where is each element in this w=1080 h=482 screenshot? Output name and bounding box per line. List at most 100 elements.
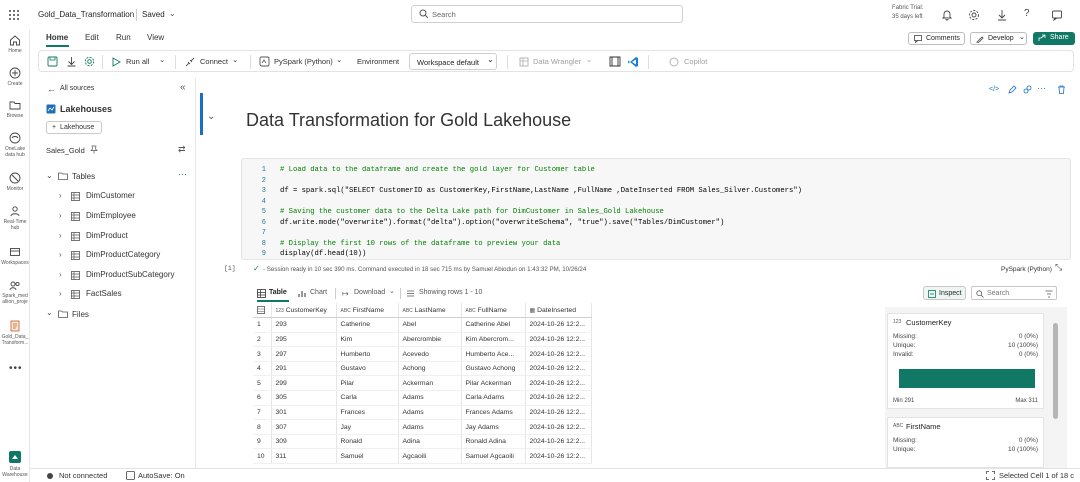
more-options-icon[interactable]: ··· <box>178 169 187 179</box>
code-cell[interactable]: 1 # Load data to the dataframe and create… <box>241 158 1071 260</box>
table-row[interactable]: 7 301 Frances Adams Frances Adams 2024-10-26 … <box>253 405 592 421</box>
back-arrow-icon[interactable]: ← <box>47 84 56 94</box>
pin-icon[interactable] <box>90 145 98 154</box>
cell-customerkey[interactable]: 301 <box>271 405 337 421</box>
row-selector-header[interactable] <box>253 303 272 319</box>
cell-lastname[interactable]: Agcaoili <box>398 448 462 465</box>
cell-lastname[interactable]: Acevedo <box>398 346 462 362</box>
nav-data-warehouse[interactable]: Data Warehouse <box>0 450 30 478</box>
app-launcher-icon[interactable] <box>8 9 20 21</box>
inspect-scrollbar[interactable] <box>1053 323 1058 419</box>
workspace-selector[interactable]: Workspace default ⌄ <box>409 53 497 70</box>
download-icon[interactable] <box>996 9 1008 21</box>
share-button[interactable]: Share <box>1033 32 1075 45</box>
cell-firstname[interactable]: Humberto <box>336 346 399 362</box>
cell-fullname[interactable]: Frances Adams <box>461 405 526 421</box>
table-item-factsales[interactable]: › FactSales <box>59 289 189 301</box>
edit-icon[interactable] <box>1008 85 1017 94</box>
share-feedback-icon[interactable] <box>1051 9 1063 21</box>
cell-customerkey[interactable]: 295 <box>271 332 337 348</box>
delete-icon[interactable] <box>1057 85 1066 94</box>
autosave-status[interactable]: AutoSave: On <box>138 471 185 480</box>
link-icon[interactable] <box>1023 85 1032 94</box>
expand-icon[interactable]: ⌄ <box>46 171 53 180</box>
cell-firstname[interactable]: Catherine <box>336 317 399 333</box>
document-title[interactable]: Gold_Data_Transformation <box>38 10 134 19</box>
tab-run[interactable]: Run <box>116 33 131 42</box>
column-header-customerkey[interactable]: 123 CustomerKey <box>271 303 337 319</box>
all-sources-link[interactable]: All sources <box>60 85 94 92</box>
chevron-down-icon[interactable]: ⌄ <box>336 55 342 64</box>
chevron-down-icon[interactable]: ⌄ <box>159 55 165 64</box>
cell-fullname[interactable]: Carla Adams <box>461 390 526 406</box>
cell-customerkey[interactable]: 291 <box>271 361 337 377</box>
nav-realtime[interactable]: Real-Time hub <box>0 205 30 231</box>
cell-fullname[interactable]: Kim Abercrom... <box>461 332 526 348</box>
nav-workspaces[interactable]: Workspaces <box>0 246 30 266</box>
table-row[interactable]: 6 305 Carla Adams Carla Adams 2024-10-26 12:2… <box>253 390 592 406</box>
cell-fullname[interactable]: Jay Adams <box>461 419 526 435</box>
lakehouse-name[interactable]: Sales_Gold <box>46 146 85 155</box>
files-folder[interactable]: Files <box>72 310 89 319</box>
nav-notebook[interactable]: Gold_Data_Transform... <box>0 320 30 346</box>
collapse-output-icon[interactable]: ⤡ <box>1055 262 1062 273</box>
cell-dateinserted[interactable]: 2024-10-26 12:2... <box>525 375 592 392</box>
cell-lastname[interactable]: Adams <box>398 390 462 406</box>
cell-customerkey[interactable]: 297 <box>271 346 337 362</box>
cell-lastname[interactable]: Adams <box>398 405 462 421</box>
cell-customerkey[interactable]: 311 <box>271 448 337 465</box>
copilot-button[interactable]: Copilot <box>684 57 707 66</box>
connect-icon[interactable] <box>185 57 195 67</box>
download-button[interactable]: Download <box>354 289 385 296</box>
chevron-down-icon[interactable]: ⌄ <box>586 55 592 64</box>
cell-dateinserted[interactable]: 2024-10-26 12:2... <box>525 346 592 362</box>
comments-button[interactable]: Comments <box>908 32 965 45</box>
table-item-dimcustomer[interactable]: › DimCustomer <box>59 191 189 203</box>
notifications-icon[interactable] <box>941 9 953 21</box>
switch-icon[interactable]: ⇄ <box>178 144 186 155</box>
column-stats-card[interactable]: 123 CustomerKey Missing: 0 (0%) Unique: … <box>887 313 1044 409</box>
column-header-dateinserted[interactable]: ▦ DateInserted <box>525 303 592 319</box>
filter-icon[interactable] <box>1045 290 1053 298</box>
develop-button[interactable]: Develop ⌄ <box>970 32 1027 45</box>
collapse-cell-icon[interactable]: ⌄ <box>207 111 215 122</box>
settings-icon[interactable] <box>968 9 980 21</box>
chevron-right-icon[interactable]: ⌄ <box>46 308 53 317</box>
nav-create[interactable]: Create <box>0 67 30 87</box>
cell-firstname[interactable]: Samuel <box>336 448 399 465</box>
table-row[interactable]: 5 299 Pilar Ackerman Pilar Ackerman 2024-10-2… <box>253 375 592 392</box>
data-wrangler-button[interactable]: Data Wrangler <box>533 57 581 66</box>
save-icon[interactable] <box>47 56 58 67</box>
inspect-button[interactable]: Inspect <box>923 286 966 300</box>
chevron-down-icon[interactable]: ⌄ <box>389 287 395 295</box>
cell-customerkey[interactable]: 299 <box>271 375 337 392</box>
cell-fullname[interactable]: Gustavo Achong <box>461 361 526 377</box>
focus-mode-icon[interactable] <box>609 56 621 67</box>
nav-project[interactable]: Spark_medallion_project <box>0 279 30 305</box>
connection-status[interactable]: Not connected <box>59 471 107 480</box>
cell-lastname[interactable]: Abel <box>398 317 462 333</box>
cell-lastname[interactable]: Ackerman <box>398 375 462 392</box>
settings-icon[interactable] <box>84 56 95 67</box>
cell-fullname[interactable]: Ronald Adina <box>461 434 526 450</box>
tab-table[interactable]: Table <box>269 289 287 296</box>
more-icon[interactable]: ••• <box>9 363 23 374</box>
vscode-icon[interactable] <box>627 56 639 68</box>
cell-fullname[interactable]: Catherine Abel <box>461 317 526 333</box>
nav-onelake[interactable]: OneLake data hub <box>0 132 30 158</box>
saved-status[interactable]: Saved <box>142 10 165 19</box>
cell-firstname[interactable]: Ronald <box>336 434 399 450</box>
cell-customerkey[interactable]: 309 <box>271 434 337 450</box>
table-row[interactable]: 8 307 Jay Adams Jay Adams 2024-10-26 12:2... <box>253 419 592 435</box>
code-view-icon[interactable]: </> <box>989 86 999 93</box>
environment-button[interactable]: Environment <box>357 57 399 66</box>
cell-lastname[interactable]: Adams <box>398 419 462 435</box>
kernel-icon[interactable] <box>259 56 270 67</box>
nav-monitor[interactable]: Monitor <box>0 172 30 192</box>
cell-firstname[interactable]: Pilar <box>336 375 399 392</box>
cell-customerkey[interactable]: 293 <box>271 317 337 333</box>
column-stats-card[interactable]: ABC FirstName Missing: 0 (0%) Unique: 10… <box>887 417 1044 468</box>
table-row[interactable]: 3 297 Humberto Acevedo Humberto Ace... 2024-1… <box>253 346 592 362</box>
search-box[interactable]: Search <box>411 5 683 23</box>
cell-fullname[interactable]: Humberto Ace... <box>461 346 526 362</box>
